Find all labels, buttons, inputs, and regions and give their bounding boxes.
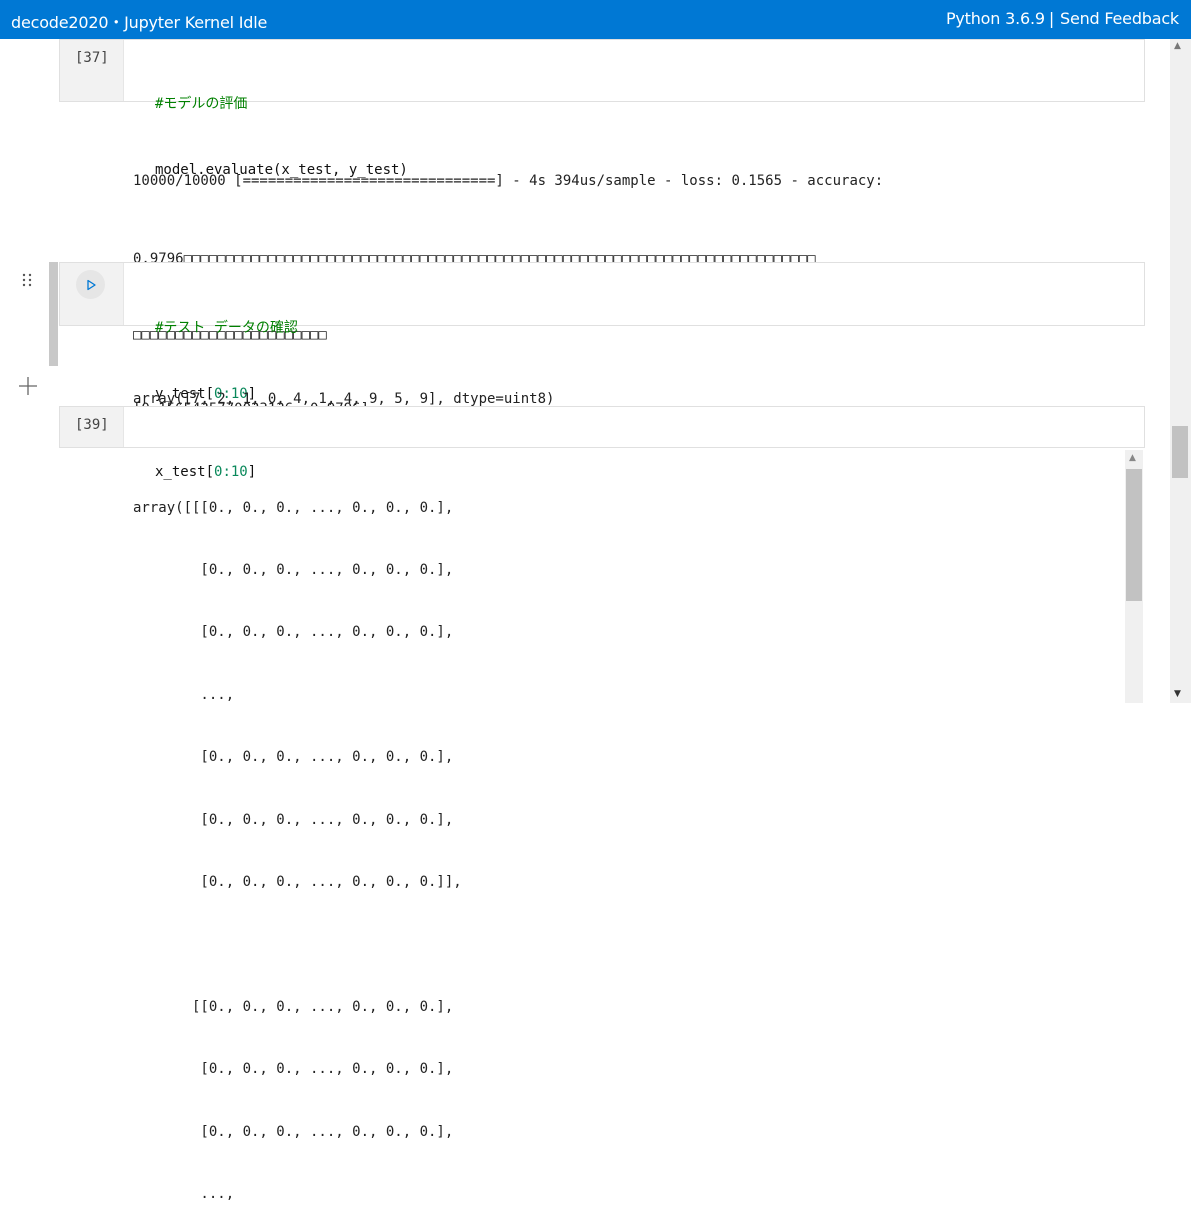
output-line: [0., 0., 0., ..., 0., 0., 0.]], bbox=[133, 873, 462, 890]
code-line-comment: #モデルの評価 bbox=[155, 96, 248, 112]
output-line: 10000/10000 [===========================… bbox=[133, 173, 884, 189]
output-line: array([[[0., 0., 0., ..., 0., 0., 0.], bbox=[133, 499, 454, 516]
output-line: [0., 0., 0., ..., 0., 0., 0.], bbox=[133, 1123, 454, 1140]
cell-gutter: [37] bbox=[60, 40, 124, 101]
top-bar-right: Python 3.6.9 | Send Feedback bbox=[946, 9, 1179, 28]
run-cell-button[interactable] bbox=[76, 270, 105, 299]
output-line: [0., 0., 0., ..., 0., 0., 0.], bbox=[133, 561, 454, 578]
output-line: [0., 0., 0., ..., 0., 0., 0.], bbox=[133, 749, 454, 766]
output-line: [0., 0., 0., ..., 0., 0., 0.], bbox=[133, 624, 454, 641]
run-icon bbox=[86, 279, 96, 290]
output-line: ..., bbox=[133, 1185, 235, 1202]
top-bar: decode2020・Jupyter Kernel Idle Python 3.… bbox=[0, 0, 1191, 39]
output-scrollbar-thumb[interactable] bbox=[1126, 469, 1142, 601]
kernel-name[interactable]: Python 3.6.9 bbox=[946, 9, 1045, 28]
notebook-title: decode2020・Jupyter Kernel Idle bbox=[11, 13, 268, 32]
output-line: [[0., 0., 0., ..., 0., 0., 0.], bbox=[133, 998, 454, 1015]
cell-output-39: array([[[0., 0., 0., ..., 0., 0., 0.], [… bbox=[133, 456, 462, 1225]
output-line: ..., bbox=[133, 686, 235, 703]
add-cell-icon bbox=[19, 377, 37, 395]
execution-count: [39] bbox=[75, 417, 109, 433]
output-line: [0., 0., 0., ..., 0., 0., 0.], bbox=[133, 1061, 454, 1078]
active-cell-indicator bbox=[49, 262, 58, 366]
page-scrollbar-thumb[interactable] bbox=[1172, 426, 1188, 478]
page-scroll-down-arrow-icon[interactable]: ▼ bbox=[1174, 689, 1181, 699]
code-cell-39[interactable]: [39] x_test[0:10] bbox=[59, 406, 1145, 480]
scroll-up-arrow-icon[interactable]: ▲ bbox=[1129, 453, 1136, 463]
execution-count: [37] bbox=[75, 50, 109, 66]
cell-gutter bbox=[60, 263, 124, 325]
add-cell-button[interactable] bbox=[18, 376, 38, 396]
code-cell-37[interactable]: [37] #モデルの評価 model.evaluate(x_test, y_te… bbox=[59, 39, 1145, 178]
page-scroll-up-arrow-icon[interactable]: ▲ bbox=[1174, 41, 1181, 51]
separator: | bbox=[1048, 9, 1055, 28]
code-cell-active[interactable]: #テスト データの確認 y_test[0:10] bbox=[59, 262, 1145, 402]
output-line: [0., 0., 0., ..., 0., 0., 0.], bbox=[133, 811, 454, 828]
drag-handle-icon[interactable] bbox=[22, 273, 32, 290]
cell-gutter: [39] bbox=[60, 407, 124, 447]
send-feedback-link[interactable]: Send Feedback bbox=[1060, 9, 1179, 28]
page-scrollbar[interactable] bbox=[1170, 39, 1191, 703]
